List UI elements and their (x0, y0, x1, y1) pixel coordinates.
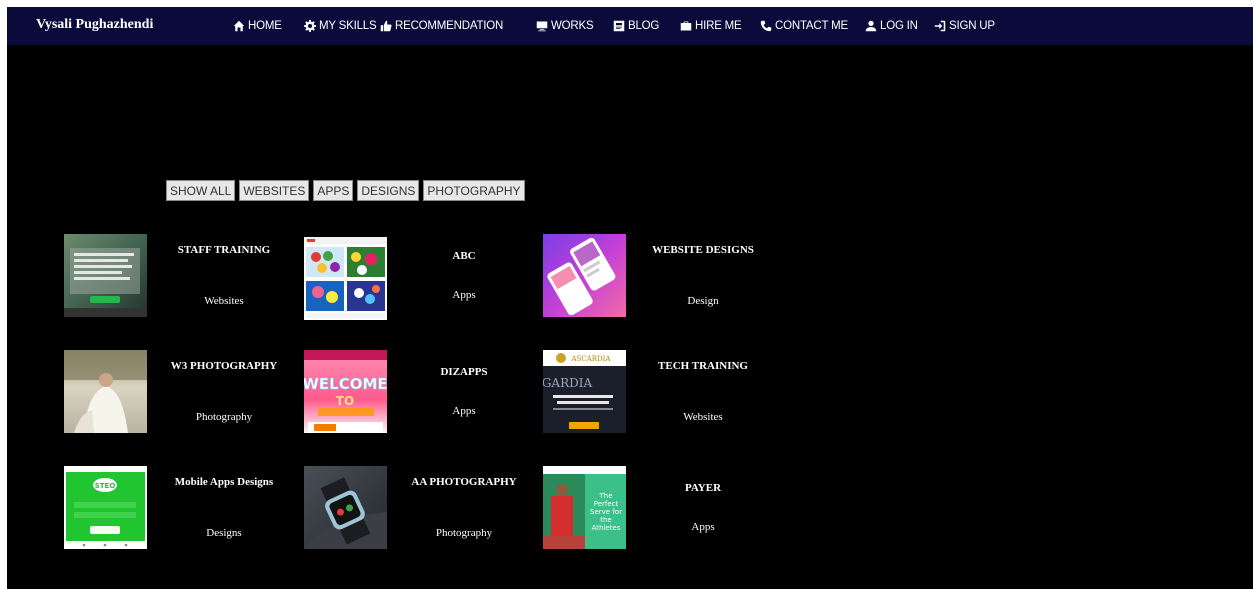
card-title: W3 PHOTOGRAPHY (170, 360, 278, 372)
staff-training-thumbnail[interactable] (64, 234, 147, 317)
user-icon (865, 20, 877, 32)
nav-works-label: WORKS (551, 20, 594, 32)
card-category: Apps (452, 405, 476, 417)
payer-thumbnail[interactable]: The Perfect Serve for the Athletes (543, 466, 626, 549)
nav-contact-me[interactable]: CONTACT ME (760, 18, 848, 34)
briefcase-icon (680, 21, 692, 31)
filter-photography[interactable]: PHOTOGRAPHY (423, 180, 525, 201)
aa-photography-thumbnail[interactable] (304, 466, 387, 549)
card-title: WEBSITE DESIGNS (652, 244, 754, 256)
payer-headline-text: The Perfect Serve for the Athletes (590, 492, 622, 532)
filter-websites[interactable]: WEBSITES (239, 180, 310, 201)
filter-designs[interactable]: DESIGNS (357, 180, 420, 201)
abc-thumbnail[interactable] (304, 237, 387, 320)
mobile-apps-designs-thumbnail[interactable]: STEO (64, 466, 147, 549)
card-title: Mobile Apps Designs (174, 476, 274, 488)
portfolio-filters: SHOW ALL WEBSITES APPS DESIGNS PHOTOGRAP… (166, 180, 525, 201)
dizapps-welcome-text: WELCOME (304, 375, 387, 393)
card-category: Designs (206, 527, 242, 539)
nav-my-skills-label: MY SKILLS (319, 20, 377, 32)
filter-apps[interactable]: APPS (313, 180, 354, 201)
w3-photography-thumbnail[interactable] (64, 350, 147, 433)
phone-icon (760, 20, 772, 32)
filter-show-all[interactable]: SHOW ALL (166, 180, 236, 201)
nav-blog[interactable]: BLOG (613, 18, 659, 34)
website-designs-thumbnail[interactable] (543, 234, 626, 317)
nav-hire-me-label: HIRE ME (695, 20, 742, 32)
nav-log-in-label: LOG IN (880, 20, 918, 32)
dizapps-to-text: TO (336, 394, 354, 408)
navbar: Vysali Pughazhendi HOME MY SKILLS RECOMM… (7, 7, 1253, 45)
thumbs-up-icon (380, 20, 392, 32)
page-frame: Vysali Pughazhendi HOME MY SKILLS RECOMM… (7, 7, 1253, 589)
nav-sign-up[interactable]: SIGN UP (934, 18, 995, 34)
home-icon (233, 20, 245, 32)
nav-hire-me[interactable]: HIRE ME (680, 18, 742, 34)
card-category: Design (687, 295, 719, 307)
nav-log-in[interactable]: LOG IN (865, 18, 918, 34)
nav-home[interactable]: HOME (233, 18, 282, 34)
nav-contact-me-label: CONTACT ME (775, 20, 848, 32)
nav-sign-up-label: SIGN UP (949, 20, 995, 32)
nav-home-label: HOME (248, 20, 282, 32)
card-category: Websites (204, 295, 244, 307)
card-category: Apps (452, 289, 476, 301)
tech-training-thumbnail[interactable]: ASCARDIA GARDIA (543, 350, 626, 433)
card-title: AA PHOTOGRAPHY (411, 476, 517, 488)
mobile-logo-text: STEO (95, 482, 116, 490)
card-category: Photography (195, 411, 253, 423)
card-title: TECH TRAINING (658, 360, 748, 372)
nav-recommendation[interactable]: RECOMMENDATION (380, 18, 503, 34)
card-title: PAYER (684, 482, 722, 494)
ascardia-brand-text: ASCARDIA (571, 355, 612, 363)
brand-name[interactable]: Vysali Pughazhendi (36, 17, 153, 33)
gear-icon (304, 20, 316, 32)
nav-blog-label: BLOG (628, 20, 660, 32)
nav-works[interactable]: WORKS (536, 18, 594, 34)
card-title: STAFF TRAINING (177, 244, 271, 256)
card-title: ABC (452, 250, 476, 262)
blog-icon (613, 20, 625, 32)
works-icon (536, 21, 548, 32)
card-category: Photography (435, 527, 493, 539)
card-category: Apps (691, 521, 715, 533)
card-title: DIZAPPS (440, 366, 488, 378)
nav-my-skills[interactable]: MY SKILLS (304, 18, 377, 34)
sign-in-icon (934, 20, 946, 32)
dizapps-thumbnail[interactable]: WELCOME TO (304, 350, 387, 433)
nav-recommendation-label: RECOMMENDATION (395, 20, 504, 32)
ascardia-heading-text: GARDIA (543, 376, 592, 390)
card-category: Websites (683, 411, 723, 423)
